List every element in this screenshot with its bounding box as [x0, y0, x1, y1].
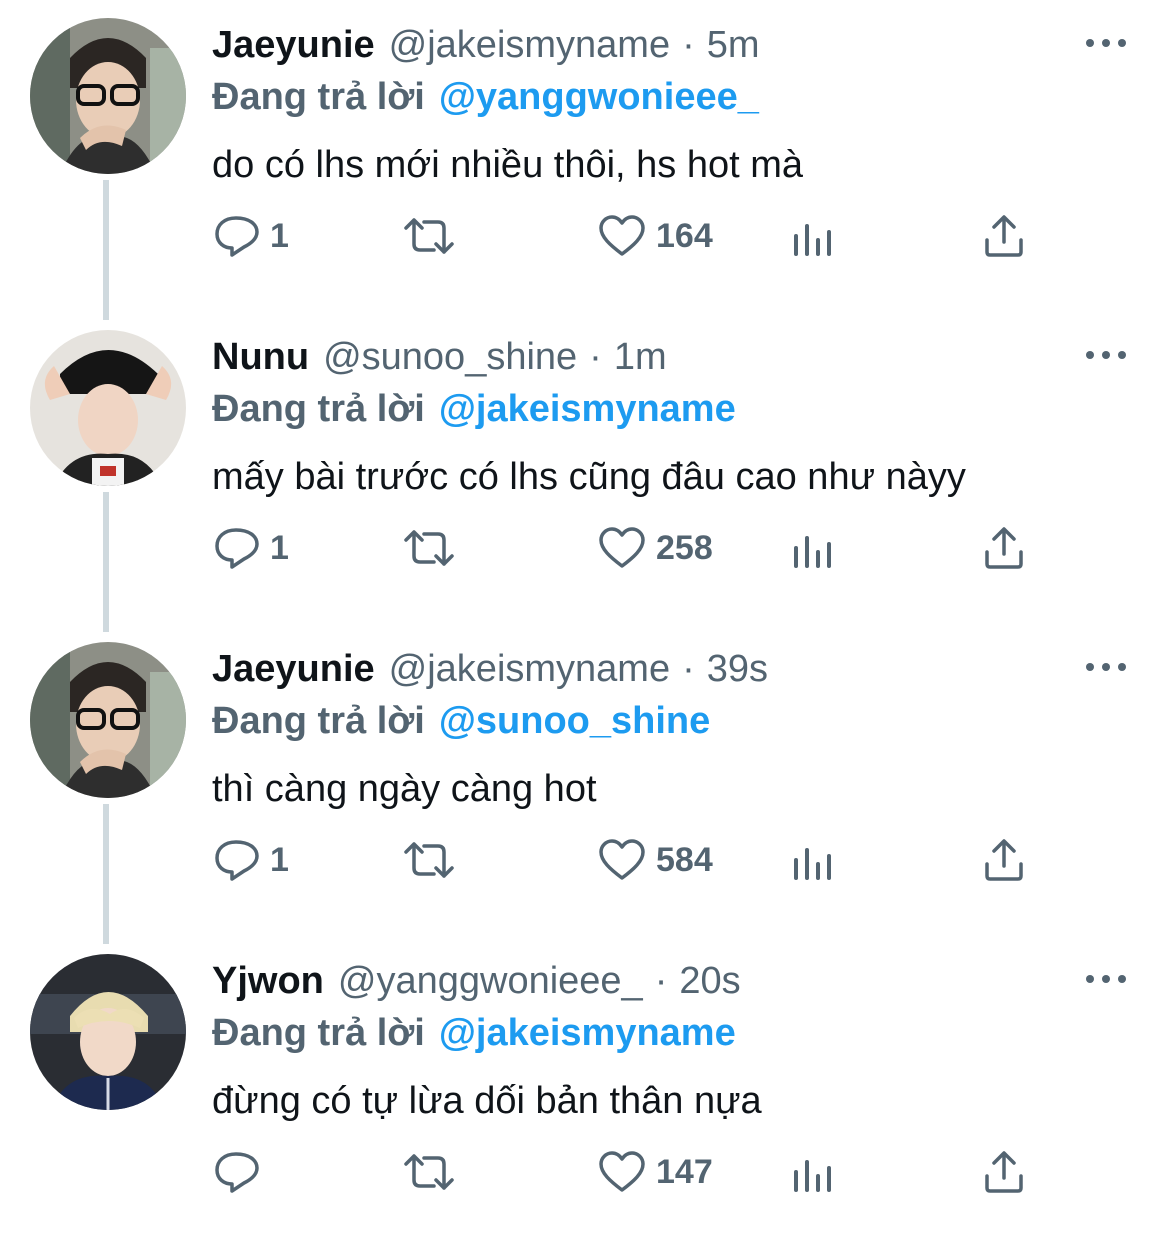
tweet[interactable]: Jaeyunie @jakeismyname · 39s Đang trả lờ…	[0, 624, 1170, 936]
separator-dot: ·	[589, 336, 602, 378]
share-icon	[985, 215, 1023, 257]
retweet-icon	[404, 842, 454, 878]
heart-icon	[599, 527, 645, 568]
replying-to-label: Đang trả lời	[212, 388, 425, 430]
views-button[interactable]	[792, 212, 834, 260]
replying-to-label: Đang trả lời	[212, 76, 425, 118]
like-count: 164	[656, 216, 713, 255]
avatar-jaeyunie-image	[30, 642, 186, 798]
like-button[interactable]: 147	[598, 1148, 713, 1196]
timestamp[interactable]: 20s	[679, 958, 740, 1004]
tweet[interactable]: Nunu @sunoo_shine · 1m Đang trả lời @jake…	[0, 312, 1170, 624]
share-button[interactable]	[982, 1148, 1026, 1196]
reply-icon	[215, 528, 259, 569]
replying-to-label: Đang trả lời	[212, 700, 425, 742]
reply-button[interactable]: 1	[214, 836, 289, 884]
separator-dot: ·	[654, 960, 668, 1002]
tweet-text: mấy bài trước có lhs cũng đâu cao như nà…	[212, 456, 966, 498]
avatar-nunu-image	[30, 330, 186, 486]
handle[interactable]: @sunoo_shine	[323, 334, 577, 380]
reply-mention-link[interactable]: @jakeismyname	[439, 388, 736, 430]
views-icon	[794, 536, 831, 568]
heart-icon	[599, 839, 645, 880]
like-count: 147	[656, 1152, 713, 1191]
tweet[interactable]: Jaeyunie @jakeismyname · 5m Đang trả lời…	[0, 0, 1170, 312]
views-button[interactable]	[792, 524, 834, 572]
retweet-icon	[404, 530, 454, 566]
more-options-icon[interactable]	[1086, 972, 1126, 986]
avatar[interactable]	[30, 18, 186, 174]
avatar-yjwon-image	[30, 954, 186, 1110]
more-options-icon[interactable]	[1086, 36, 1126, 50]
retweet-button[interactable]	[400, 212, 458, 260]
views-button[interactable]	[792, 836, 834, 884]
avatar[interactable]	[30, 330, 186, 486]
replying-to-label: Đang trả lời	[212, 1012, 425, 1054]
display-name[interactable]: Jaeyunie	[212, 646, 375, 692]
like-count: 584	[656, 840, 713, 879]
avatar-jaeyunie-image	[30, 18, 186, 174]
display-name[interactable]: Jaeyunie	[212, 22, 375, 68]
share-button[interactable]	[982, 212, 1026, 260]
display-name[interactable]: Yjwon	[212, 958, 324, 1004]
reply-icon	[215, 1152, 259, 1193]
reply-mention-link[interactable]: @sunoo_shine	[439, 700, 710, 742]
display-name[interactable]: Nunu	[212, 334, 309, 380]
reply-button[interactable]: 1	[214, 524, 289, 572]
reply-mention-link[interactable]: @jakeismyname	[439, 1012, 736, 1054]
handle[interactable]: @jakeismyname	[389, 646, 670, 692]
like-button[interactable]: 164	[598, 212, 713, 260]
more-options-icon[interactable]	[1086, 348, 1126, 362]
share-icon	[985, 1151, 1023, 1193]
heart-icon	[599, 215, 645, 256]
reply-icon	[215, 216, 259, 257]
timestamp[interactable]: 1m	[614, 334, 667, 380]
reply-mention-link[interactable]: @yanggwonieee_	[439, 76, 759, 118]
handle[interactable]: @yanggwonieee_	[338, 958, 643, 1004]
more-options-icon[interactable]	[1086, 660, 1126, 674]
tweet-text: do có lhs mới nhiều thôi, hs hot mà	[212, 144, 804, 186]
share-button[interactable]	[982, 524, 1026, 572]
tweet-text: đừng có tự lừa dối bản thân nựa	[212, 1080, 762, 1122]
reply-count: 1	[270, 216, 289, 255]
reply-count: 1	[270, 528, 289, 567]
avatar[interactable]	[30, 954, 186, 1110]
retweet-button[interactable]	[400, 1148, 458, 1196]
handle[interactable]: @jakeismyname	[389, 22, 670, 68]
reply-count: 1	[270, 840, 289, 879]
separator-dot: ·	[682, 24, 695, 66]
timestamp[interactable]: 5m	[707, 22, 760, 68]
separator-dot: ·	[682, 648, 695, 690]
like-button[interactable]: 584	[598, 836, 713, 884]
tweet[interactable]: Yjwon @yanggwonieee_ · 20s Đang trả lời @…	[0, 936, 1170, 1248]
reply-button[interactable]	[214, 1148, 270, 1196]
views-icon	[794, 848, 831, 880]
share-icon	[985, 839, 1023, 881]
share-button[interactable]	[982, 836, 1026, 884]
views-icon	[794, 1160, 831, 1192]
like-button[interactable]: 258	[598, 524, 713, 572]
retweet-icon	[404, 1154, 454, 1190]
retweet-button[interactable]	[400, 524, 458, 572]
retweet-icon	[404, 218, 454, 254]
share-icon	[985, 527, 1023, 569]
like-count: 258	[656, 528, 713, 567]
views-button[interactable]	[792, 1148, 834, 1196]
avatar[interactable]	[30, 642, 186, 798]
views-icon	[794, 224, 831, 256]
heart-icon	[599, 1151, 645, 1192]
tweet-text: thì càng ngày càng hot	[212, 768, 597, 810]
reply-icon	[215, 840, 259, 881]
timestamp[interactable]: 39s	[707, 646, 768, 692]
reply-button[interactable]: 1	[214, 212, 289, 260]
retweet-button[interactable]	[400, 836, 458, 884]
